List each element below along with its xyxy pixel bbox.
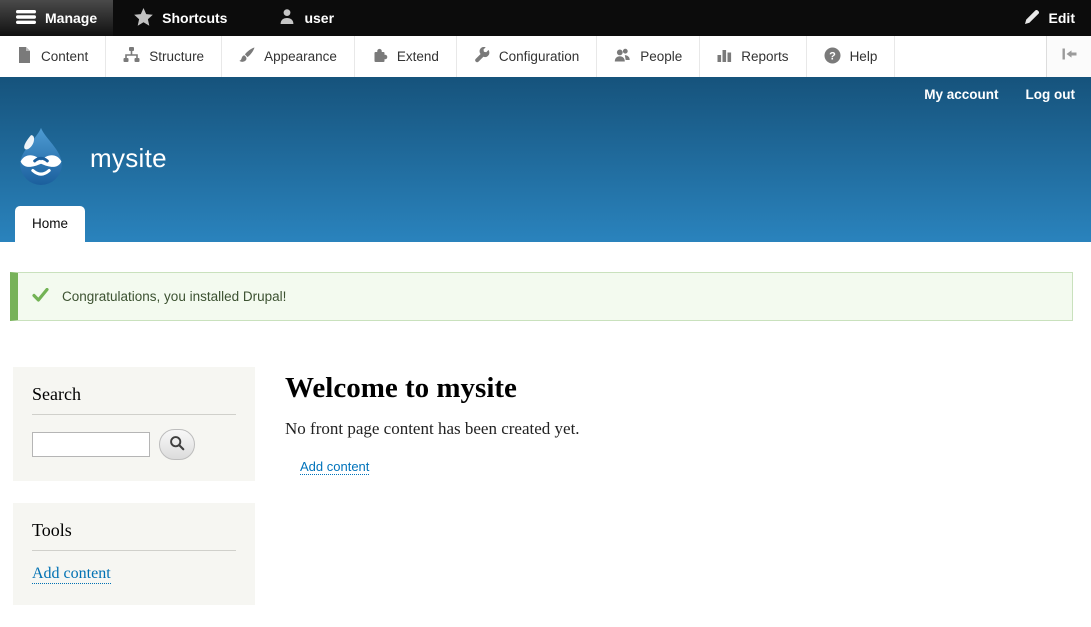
status-message-text: Congratulations, you installed Drupal! [62,289,286,304]
menu-item-help[interactable]: ? Help [807,36,896,77]
people-icon [614,47,631,66]
menu-item-structure[interactable]: Structure [106,36,222,77]
drupal-logo [12,127,70,190]
document-icon [17,47,32,66]
search-button[interactable] [159,429,195,460]
tools-block: Tools Add content [13,503,255,605]
search-block-title: Search [32,384,236,415]
admin-menu-tray: Content Structure Appearance Extend Conf… [0,36,1091,77]
empty-frontpage-text: No front page content has been created y… [285,419,580,439]
svg-text:?: ? [829,50,836,62]
menu-item-label: Help [850,49,878,64]
menu-item-label: Extend [397,49,439,64]
tools-add-content-link[interactable]: Add content [32,565,111,584]
menu-tray-spacer [895,36,1046,77]
add-content-link[interactable]: Add content [300,459,369,475]
account-links: My account Log out [924,87,1075,102]
toolbar-item-label: user [304,10,334,26]
toolbar-item-label: Manage [45,10,97,26]
sidebar-first: Search Tools Add content [13,367,255,627]
status-message: Congratulations, you installed Drupal! [10,272,1073,321]
edit-button[interactable]: Edit [1008,0,1091,36]
admin-toolbar: Manage Shortcuts user Edit [0,0,1091,36]
menu-item-people[interactable]: People [597,36,700,77]
menu-icon [16,9,36,28]
log-out-link[interactable]: Log out [1026,87,1075,102]
content-area: Search Tools Add content Welcome to mysi… [0,367,1091,627]
site-name[interactable]: mysite [90,143,167,174]
search-icon [169,435,185,454]
menu-item-label: Configuration [499,49,579,64]
paintbrush-icon [239,47,255,66]
tools-block-title: Tools [32,520,236,551]
site-header: My account Log out mysite Home [0,77,1091,242]
question-icon: ? [824,47,841,67]
toolbar-orientation-toggle-icon [1061,46,1078,67]
toolbar-item-user[interactable]: user [263,0,350,36]
menu-item-label: Appearance [264,49,337,64]
checkmark-icon [32,288,49,305]
puzzle-icon [372,47,388,66]
menu-item-label: Content [41,49,88,64]
primary-tabs: Home [15,206,85,242]
user-icon [279,8,295,28]
menu-item-content[interactable]: Content [0,36,106,77]
toolbar-item-label: Shortcuts [162,10,227,26]
star-icon [134,8,153,29]
my-account-link[interactable]: My account [924,87,998,102]
edit-button-label: Edit [1049,10,1075,26]
menu-item-reports[interactable]: Reports [700,36,806,77]
page-title: Welcome to mysite [285,372,580,405]
menu-item-label: People [640,49,682,64]
main-content: Welcome to mysite No front page content … [285,367,580,476]
menu-item-configuration[interactable]: Configuration [457,36,597,77]
menu-item-extend[interactable]: Extend [355,36,457,77]
wrench-icon [474,47,490,66]
bar-chart-icon [717,47,732,66]
menu-item-label: Structure [149,49,204,64]
toolbar-orientation-toggle[interactable] [1046,36,1091,77]
menu-item-appearance[interactable]: Appearance [222,36,355,77]
toolbar-spacer [350,0,1008,36]
search-input[interactable] [32,432,150,457]
menu-item-label: Reports [741,49,788,64]
search-form [32,429,236,460]
pencil-icon [1024,9,1040,28]
tab-home[interactable]: Home [15,206,85,242]
sitemap-icon [123,47,140,66]
site-branding[interactable]: mysite [12,127,167,190]
toolbar-item-shortcuts[interactable]: Shortcuts [118,0,243,36]
toolbar-item-manage[interactable]: Manage [0,0,113,36]
search-block: Search [13,367,255,481]
